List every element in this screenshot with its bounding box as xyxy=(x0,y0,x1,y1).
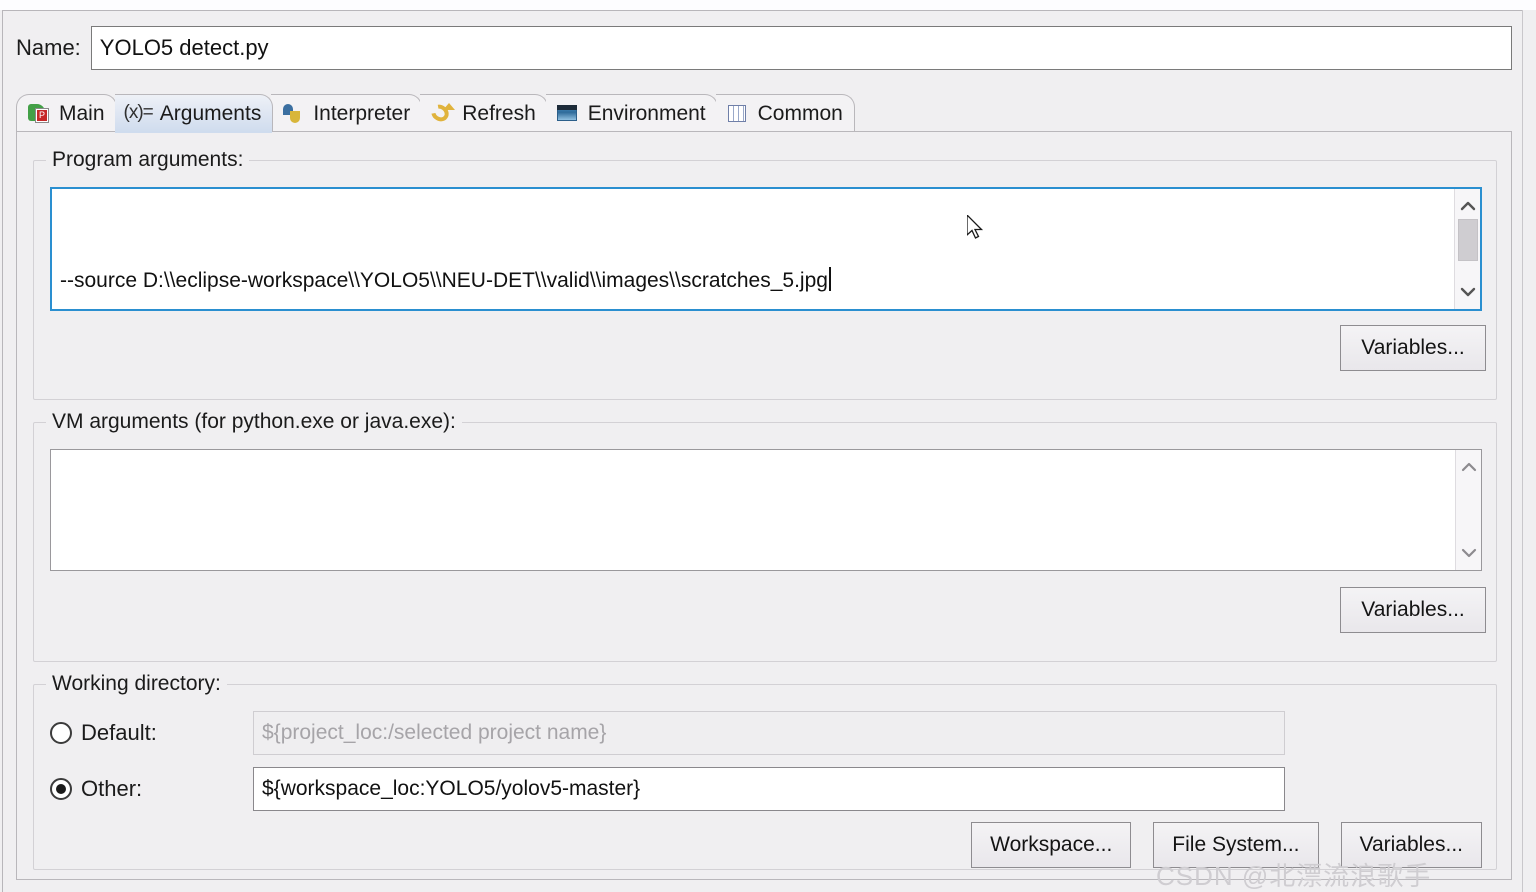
program-arguments-line-1: --source D:\\eclipse-workspace\\YOLO5\\N… xyxy=(60,264,1446,298)
vm-arguments-legend: VM arguments (for python.exe or java.exe… xyxy=(46,410,462,434)
workspace-button[interactable]: Workspace... xyxy=(971,822,1132,868)
tab-environment-label: Environment xyxy=(587,101,706,125)
python-icon xyxy=(280,102,306,126)
scrollbar-thumb[interactable] xyxy=(1457,219,1478,261)
tab-arguments-label: Arguments xyxy=(159,101,262,125)
refresh-icon xyxy=(428,100,456,126)
vm-arguments-textarea[interactable] xyxy=(50,449,1482,571)
vm-arguments-scrollbar[interactable] xyxy=(1455,450,1481,570)
python-file-icon: P xyxy=(26,102,52,126)
right-rail xyxy=(1522,10,1536,892)
tab-common[interactable]: Common xyxy=(715,94,855,132)
tab-interpreter-label: Interpreter xyxy=(313,101,411,125)
name-row: Name: YOLO5 detect.py xyxy=(16,26,1512,70)
name-input[interactable]: YOLO5 detect.py xyxy=(90,26,1512,70)
program-arguments-scrollbar[interactable] xyxy=(1454,189,1480,309)
vm-arguments-variables-button[interactable]: Variables... xyxy=(1340,587,1486,633)
text-caret xyxy=(828,267,831,291)
default-directory-input: ${project_loc:/selected project name} xyxy=(253,711,1285,755)
arguments-tab-panel: Program arguments: --source D:\\eclipse-… xyxy=(16,132,1512,880)
tab-main-label: Main xyxy=(59,101,105,125)
tab-main[interactable]: P Main xyxy=(16,94,117,132)
chevron-down-icon[interactable] xyxy=(1456,279,1480,305)
working-directory-default-row: Default: ${project_loc:/selected project… xyxy=(50,711,1285,755)
tab-arguments[interactable]: (x)= Arguments xyxy=(114,94,274,133)
program-arguments-variables-button[interactable]: Variables... xyxy=(1340,325,1486,371)
window-top-strip xyxy=(0,0,1536,10)
chevron-down-icon[interactable] xyxy=(1457,540,1481,566)
tab-refresh[interactable]: Refresh xyxy=(420,94,548,132)
other-directory-input[interactable]: ${workspace_loc:YOLO5/yolov5-master} xyxy=(253,767,1285,811)
program-arguments-textarea[interactable]: --source D:\\eclipse-workspace\\YOLO5\\N… xyxy=(50,187,1482,311)
radio-other-label: Other: xyxy=(81,776,143,801)
variables-icon: (x)= xyxy=(123,101,154,123)
chevron-up-icon[interactable] xyxy=(1457,454,1481,480)
vm-arguments-text[interactable] xyxy=(51,450,1455,570)
radio-default-label: Default: xyxy=(81,720,157,745)
watermark: CSDN @北漂流浪歌手 xyxy=(1156,861,1432,891)
radio-default[interactable] xyxy=(50,722,72,744)
run-configuration-dialog: Name: YOLO5 detect.py P Main (x)= Argume… xyxy=(0,0,1536,892)
tab-bar: P Main (x)= Arguments Interpreter Refres… xyxy=(16,92,1512,133)
program-arguments-legend: Program arguments: xyxy=(46,148,250,172)
tab-common-label: Common xyxy=(757,101,843,125)
working-directory-legend: Working directory: xyxy=(46,672,227,696)
radio-other[interactable] xyxy=(50,778,72,800)
tab-environment[interactable]: Environment xyxy=(545,94,718,132)
tab-refresh-label: Refresh xyxy=(462,101,536,125)
chevron-up-icon[interactable] xyxy=(1456,193,1480,219)
program-arguments-text[interactable]: --source D:\\eclipse-workspace\\YOLO5\\N… xyxy=(52,189,1454,309)
name-label: Name: xyxy=(16,35,81,60)
working-directory-other-row: Other: ${workspace_loc:YOLO5/yolov5-mast… xyxy=(50,767,1285,811)
working-directory-group: Working directory: Default: ${project_lo… xyxy=(33,672,1497,870)
environment-icon xyxy=(555,102,581,126)
vm-arguments-group: VM arguments (for python.exe or java.exe… xyxy=(33,410,1497,662)
program-arguments-group: Program arguments: --source D:\\eclipse-… xyxy=(33,148,1497,400)
tab-interpreter[interactable]: Interpreter xyxy=(271,94,423,132)
table-icon xyxy=(725,102,751,126)
